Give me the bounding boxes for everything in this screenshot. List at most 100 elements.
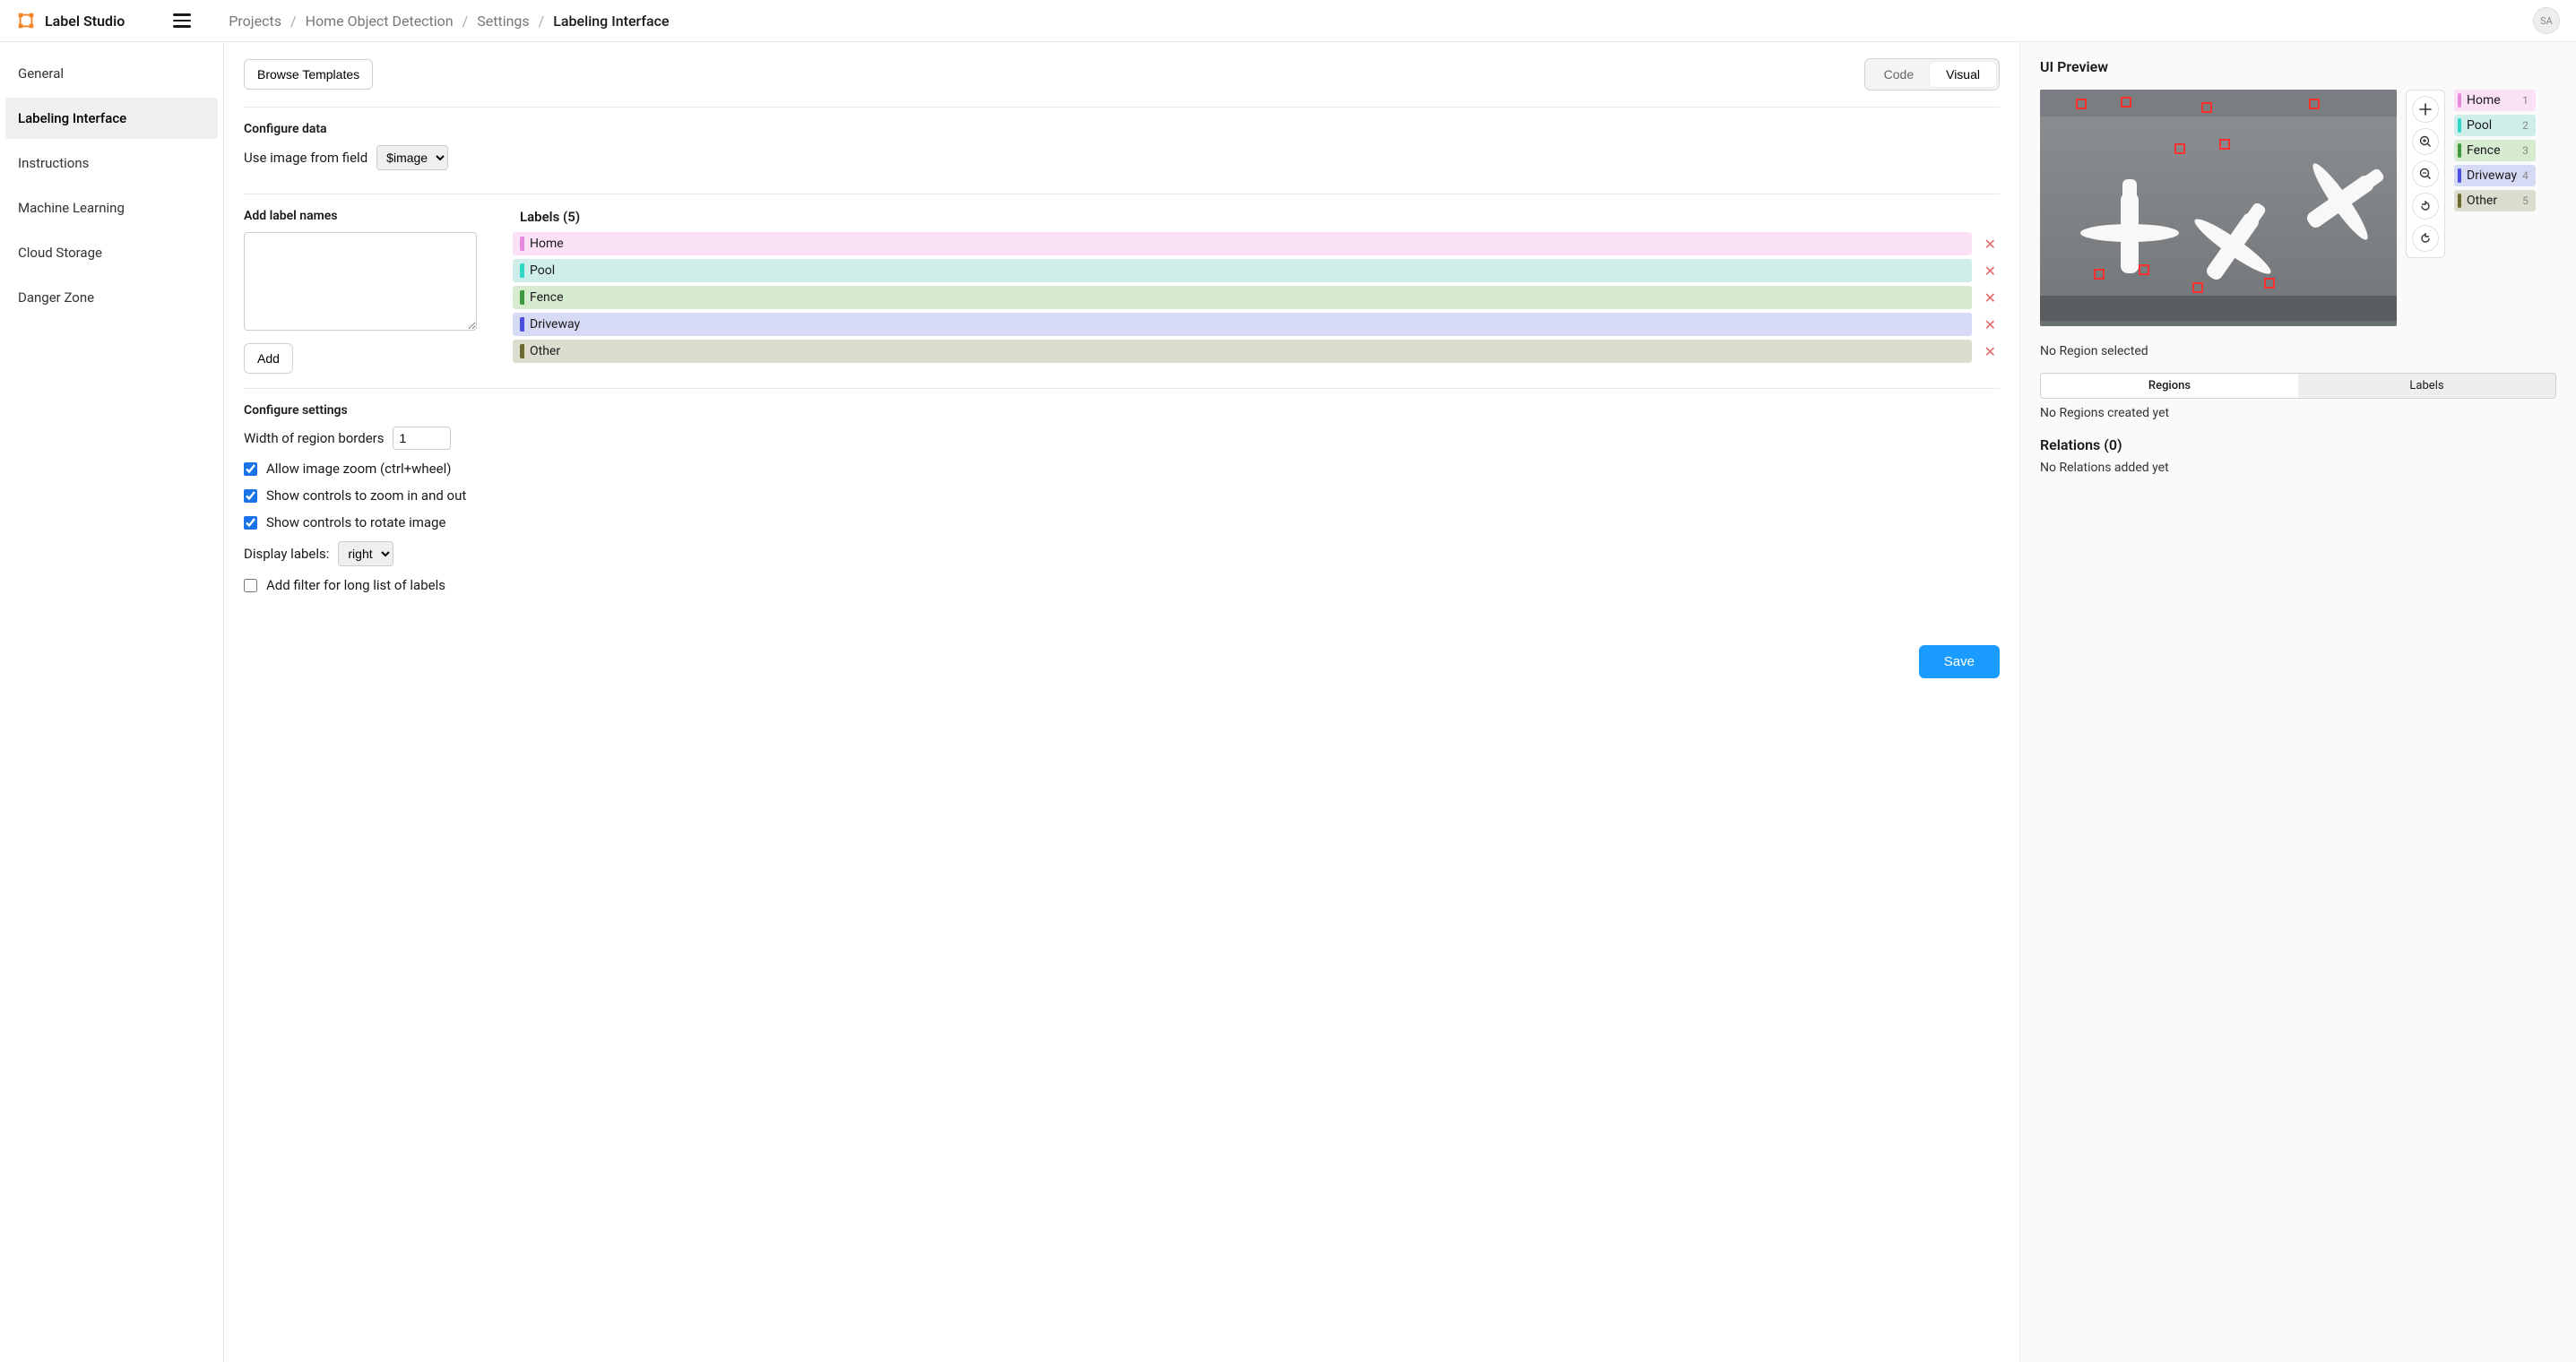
preview-label-chip[interactable]: Home 1 (2454, 90, 2536, 111)
label-chip: Fence ✕ (513, 286, 2000, 309)
relations-heading: Relations (0) (2040, 436, 2556, 453)
label-names-textarea[interactable] (244, 232, 477, 331)
tool-rotate-left-icon[interactable] (2412, 225, 2439, 252)
config-panel: Browse Templates Code Visual Configure d… (224, 42, 2020, 1362)
display-labels-select[interactable]: right (338, 541, 393, 566)
check-show-zoom-controls-label: Show controls to zoom in and out (266, 487, 466, 504)
label-chip-body[interactable]: Driveway (513, 313, 1972, 336)
preview-label-chip[interactable]: Driveway 4 (2454, 165, 2536, 186)
tool-rotate-right-icon[interactable] (2412, 193, 2439, 220)
label-chip: Driveway ✕ (513, 313, 2000, 336)
label-chip-name: Driveway (530, 317, 580, 332)
tool-zoom-out-icon[interactable] (2412, 160, 2439, 187)
use-image-label: Use image from field (244, 150, 367, 166)
tab-labels[interactable]: Labels (2298, 374, 2555, 398)
breadcrumb-sep: / (462, 13, 469, 30)
check-add-filter[interactable] (244, 579, 257, 592)
preview-label-chip[interactable]: Fence 3 (2454, 140, 2536, 161)
brand[interactable]: Label Studio (16, 11, 125, 30)
brand-logo-icon (16, 11, 36, 30)
breadcrumb-sep: / (290, 13, 297, 30)
image-field-select[interactable]: $image (376, 145, 448, 170)
sidebar-item-instructions[interactable]: Instructions (5, 142, 218, 184)
sidebar-item-machine-learning[interactable]: Machine Learning (5, 187, 218, 228)
sidebar-item-danger-zone[interactable]: Danger Zone (5, 277, 218, 318)
configure-data-heading: Configure data (244, 122, 2000, 136)
breadcrumb-current: Labeling Interface (553, 13, 669, 30)
preview-label-hotkey: 5 (2522, 194, 2528, 207)
label-chip-body[interactable]: Fence (513, 286, 1972, 309)
labels-list: Home ✕ Pool ✕ Fence ✕ Driveway ✕ Other ✕ (513, 232, 2000, 363)
user-avatar[interactable]: SA (2533, 7, 2560, 34)
toggle-code[interactable]: Code (1868, 62, 1930, 87)
sidebar-item-general[interactable]: General (5, 53, 218, 94)
preview-panel: UI Preview (2020, 42, 2576, 1362)
remove-label-icon[interactable]: ✕ (1981, 236, 2000, 253)
check-show-rotate-controls[interactable] (244, 516, 257, 530)
display-labels-label: Display labels: (244, 546, 329, 562)
brand-name: Label Studio (45, 13, 125, 30)
breadcrumb-settings[interactable]: Settings (477, 13, 529, 30)
breadcrumb: Projects / Home Object Detection / Setti… (229, 13, 669, 30)
toggle-visual[interactable]: Visual (1930, 62, 1996, 87)
breadcrumb-projects[interactable]: Projects (229, 13, 281, 30)
border-width-label: Width of region borders (244, 430, 384, 446)
browse-templates-button[interactable]: Browse Templates (244, 59, 373, 90)
label-chip-body[interactable]: Home (513, 232, 1972, 255)
breadcrumb-sep: / (539, 13, 545, 30)
add-label-button[interactable]: Add (244, 343, 293, 374)
sidebar-item-cloud-storage[interactable]: Cloud Storage (5, 232, 218, 273)
no-regions-text: No Regions created yet (2040, 406, 2556, 420)
check-add-filter-label: Add filter for long list of labels (266, 577, 445, 593)
preview-label-hotkey: 2 (2522, 119, 2528, 132)
check-show-zoom-controls[interactable] (244, 489, 257, 503)
check-show-rotate-controls-label: Show controls to rotate image (266, 514, 445, 530)
label-chip-body[interactable]: Other (513, 340, 1972, 363)
tab-regions[interactable]: Regions (2041, 374, 2298, 398)
remove-label-icon[interactable]: ✕ (1981, 263, 2000, 280)
check-allow-zoom-label: Allow image zoom (ctrl+wheel) (266, 461, 451, 477)
preview-image[interactable] (2040, 90, 2397, 326)
label-chip: Pool ✕ (513, 259, 2000, 282)
preview-toolbar (2406, 90, 2445, 258)
preview-label-hotkey: 1 (2522, 94, 2528, 107)
labels-count-heading: Labels (5) (513, 209, 2000, 225)
regions-labels-tabs: Regions Labels (2040, 373, 2556, 399)
hamburger-menu-icon[interactable] (173, 13, 191, 28)
preview-label-name: Fence (2467, 143, 2501, 158)
no-relations-text: No Relations added yet (2040, 461, 2556, 475)
preview-label-name: Other (2467, 194, 2497, 208)
preview-label-chip[interactable]: Other 5 (2454, 190, 2536, 211)
topbar: Label Studio Projects / Home Object Dete… (0, 0, 2576, 42)
label-chip-name: Home (530, 237, 564, 251)
label-chip-name: Fence (530, 290, 564, 305)
border-width-input[interactable] (393, 427, 451, 450)
preview-label-name: Pool (2467, 118, 2492, 133)
ui-preview-heading: UI Preview (2040, 58, 2556, 75)
remove-label-icon[interactable]: ✕ (1981, 316, 2000, 333)
remove-label-icon[interactable]: ✕ (1981, 289, 2000, 306)
preview-label-chip[interactable]: Pool 2 (2454, 115, 2536, 136)
no-region-selected: No Region selected (2040, 344, 2556, 358)
breadcrumb-project-name[interactable]: Home Object Detection (306, 13, 454, 30)
remove-label-icon[interactable]: ✕ (1981, 343, 2000, 360)
preview-label-hotkey: 3 (2522, 144, 2528, 157)
label-chip-name: Pool (530, 263, 555, 278)
check-allow-zoom[interactable] (244, 462, 257, 476)
add-label-names-heading: Add label names (244, 209, 477, 223)
label-chip-name: Other (530, 344, 560, 358)
sidebar-item-labeling-interface[interactable]: Labeling Interface (5, 98, 218, 139)
configure-settings-heading: Configure settings (244, 403, 2000, 418)
tool-add-icon[interactable] (2412, 96, 2439, 123)
label-chip: Home ✕ (513, 232, 2000, 255)
settings-sidebar: General Labeling Interface Instructions … (0, 42, 224, 1362)
code-visual-toggle: Code Visual (1864, 58, 2000, 91)
preview-label-name: Driveway (2467, 168, 2517, 183)
preview-label-list: Home 1 Pool 2 Fence 3 Driveway 4 Other 5 (2454, 90, 2536, 326)
tool-zoom-in-icon[interactable] (2412, 128, 2439, 155)
save-button[interactable]: Save (1919, 645, 2000, 678)
preview-label-hotkey: 4 (2522, 169, 2528, 182)
label-chip: Other ✕ (513, 340, 2000, 363)
label-chip-body[interactable]: Pool (513, 259, 1972, 282)
preview-label-name: Home (2467, 93, 2501, 108)
